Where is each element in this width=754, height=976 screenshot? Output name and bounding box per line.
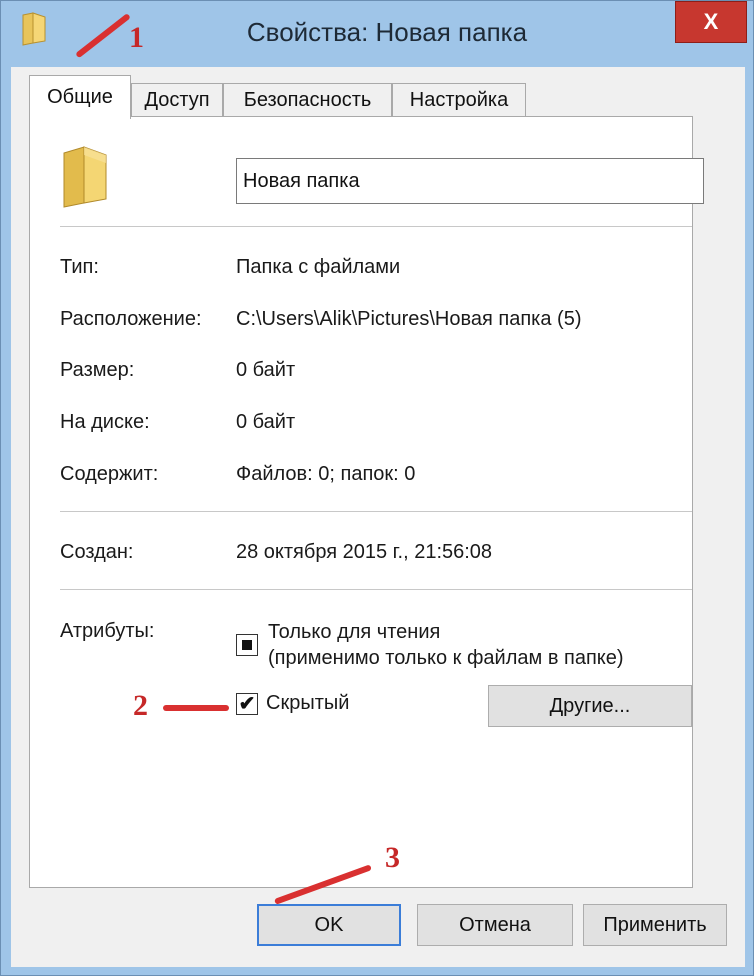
button-label: Отмена — [459, 913, 531, 936]
tab-label: Общие — [47, 86, 113, 108]
button-label: Другие... — [549, 694, 631, 717]
tab-customize[interactable]: Настройка — [392, 83, 526, 117]
separator — [60, 589, 692, 590]
tab-label: Доступ — [144, 89, 210, 111]
type-label: Тип: — [60, 256, 99, 278]
ok-button[interactable]: OK — [257, 904, 401, 946]
annotation-number: 2 — [133, 689, 148, 722]
properties-window: Свойства: Новая папка X Общие Доступ Без… — [0, 0, 754, 976]
size-label: Размер: — [60, 359, 135, 381]
tab-strip: Общие Доступ Безопасность Настройка — [11, 67, 745, 119]
button-label: OK — [314, 913, 344, 936]
button-label: Применить — [603, 913, 707, 936]
annotation-number: 3 — [385, 841, 400, 874]
readonly-note: (применимо только к файлам в папке) — [268, 647, 624, 669]
apply-button[interactable]: Применить — [583, 904, 727, 946]
other-attributes-button[interactable]: Другие... — [488, 685, 692, 727]
tab-label: Безопасность — [243, 89, 372, 111]
type-value: Папка с файлами — [236, 256, 401, 278]
tab-sharing[interactable]: Доступ — [131, 83, 223, 117]
created-label: Создан: — [60, 541, 134, 563]
general-tab-panel: Тип: Папка с файлами Расположение: C:\Us… — [29, 116, 704, 888]
attributes-label: Атрибуты: — [60, 620, 155, 642]
checkmark-icon: ✔ — [238, 693, 256, 715]
folder-icon — [63, 146, 107, 208]
tab-label: Настройка — [409, 89, 509, 111]
folder-name-input[interactable] — [236, 158, 704, 204]
size-value: 0 байт — [236, 359, 296, 381]
indeterminate-mark — [242, 640, 252, 650]
created-value: 28 октября 2015 г., 21:56:08 — [236, 541, 493, 563]
readonly-checkbox[interactable] — [236, 634, 258, 656]
dialog-client: Общие Доступ Безопасность Настройка Тип:… — [11, 67, 745, 967]
hidden-checkbox[interactable]: ✔ — [236, 693, 258, 715]
annotation-number: 1 — [129, 21, 144, 54]
location-label: Расположение: — [60, 308, 202, 330]
size-on-disk-label: На диске: — [60, 411, 150, 433]
hidden-label: Скрытый — [266, 692, 350, 714]
separator — [60, 511, 692, 512]
annotation-stroke — [163, 705, 229, 711]
close-button[interactable]: X — [675, 1, 747, 43]
separator — [60, 226, 692, 227]
tab-security[interactable]: Безопасность — [223, 83, 392, 117]
contains-label: Содержит: — [60, 463, 159, 485]
tab-general[interactable]: Общие — [29, 75, 131, 119]
location-value: C:\Users\Alik\Pictures\Новая папка (5) — [236, 308, 582, 330]
title-bar[interactable]: Свойства: Новая папка X — [1, 1, 753, 65]
close-icon: X — [703, 9, 719, 34]
readonly-label: Только для чтения — [268, 621, 441, 643]
contains-value: Файлов: 0; папок: 0 — [236, 463, 416, 485]
cancel-button[interactable]: Отмена — [417, 904, 573, 946]
window-title: Свойства: Новая папка — [246, 17, 528, 47]
size-on-disk-value: 0 байт — [236, 411, 296, 433]
